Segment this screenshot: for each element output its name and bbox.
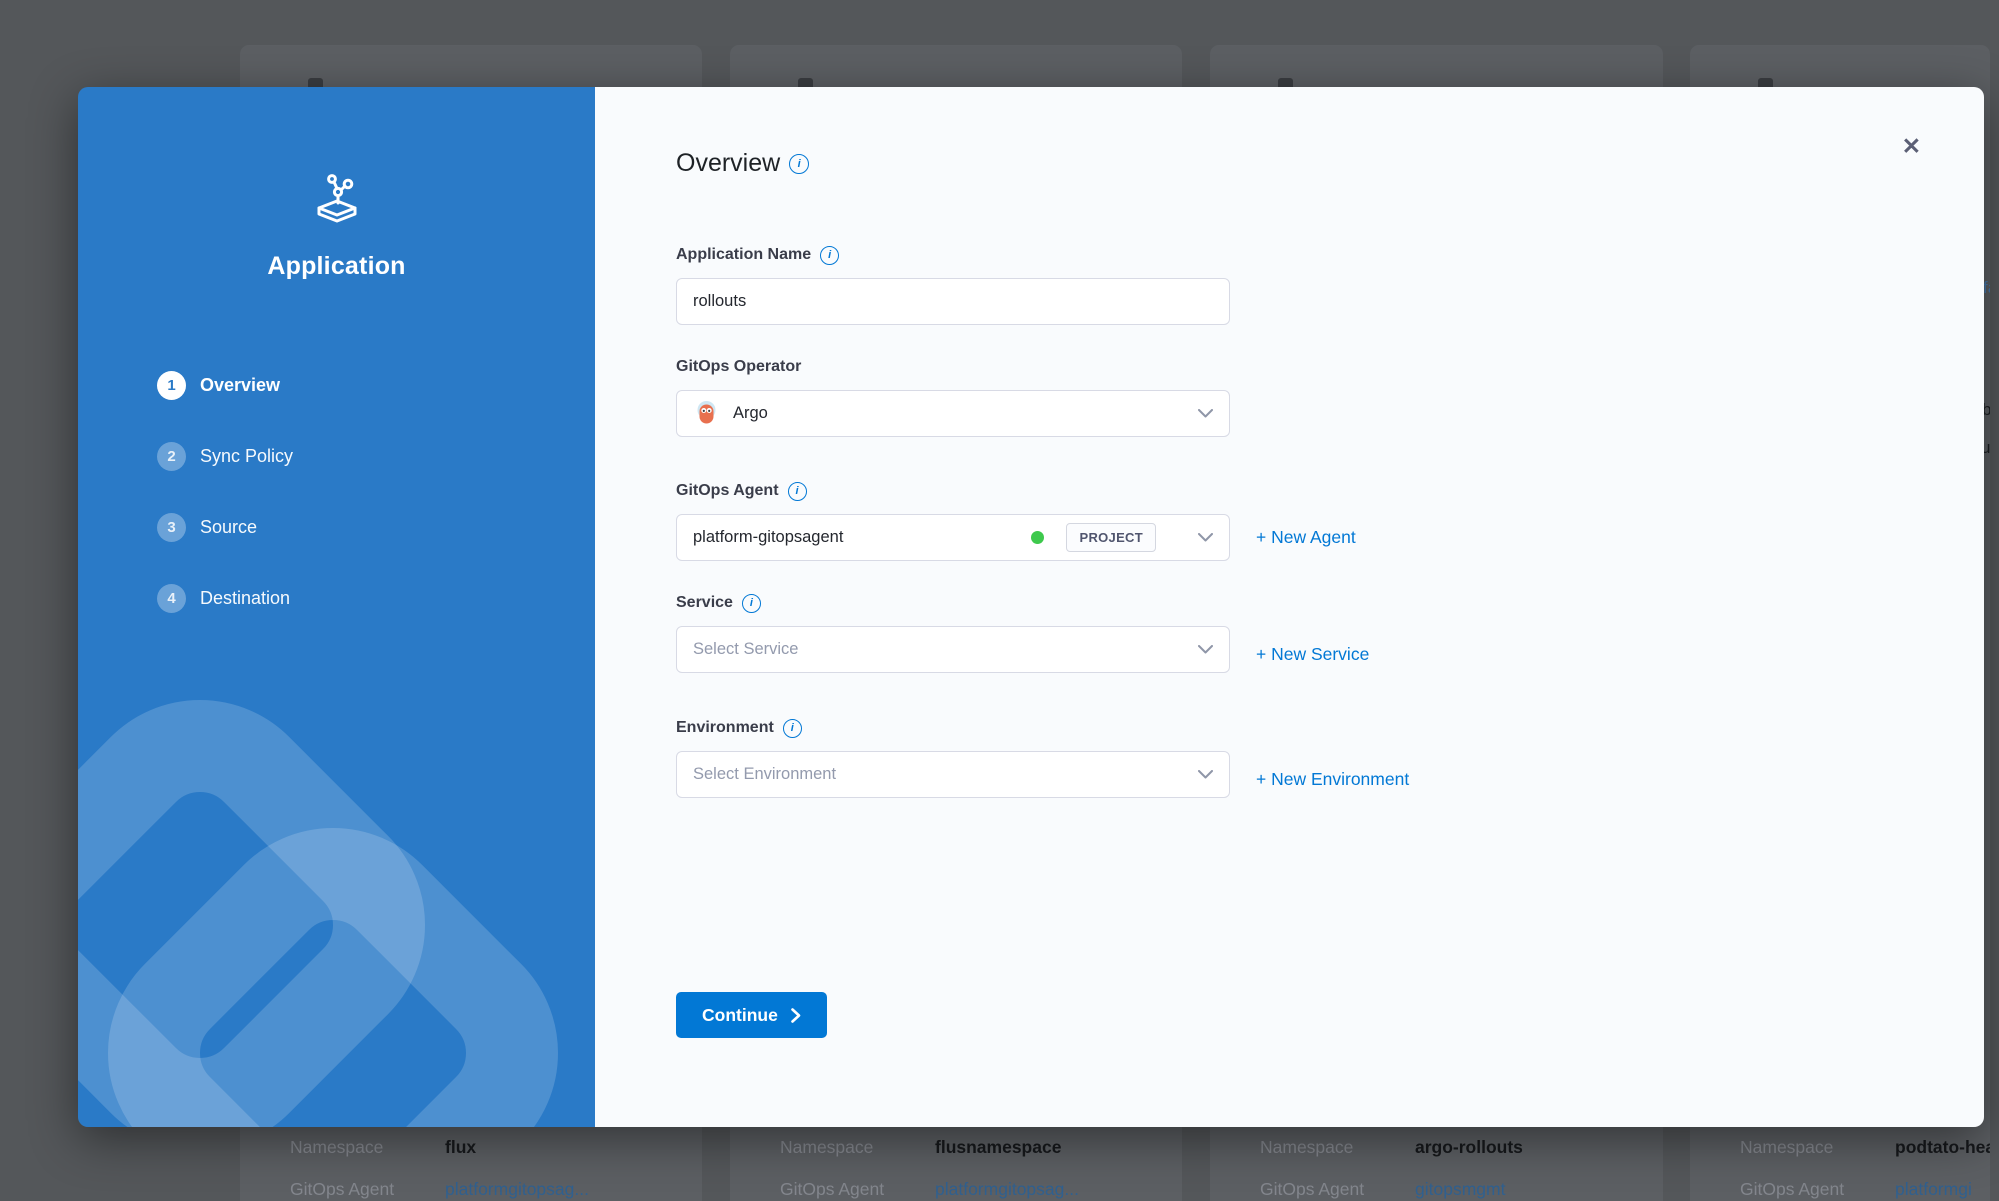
step-item-destination[interactable]: 4 Destination xyxy=(157,584,595,613)
continue-button-label: Continue xyxy=(702,1005,778,1026)
info-icon[interactable]: i xyxy=(742,594,761,613)
wizard-steps: 1 Overview 2 Sync Policy 3 Source 4 Dest… xyxy=(78,371,595,613)
chevron-down-icon xyxy=(1198,409,1213,418)
step-item-sync-policy[interactable]: 2 Sync Policy xyxy=(157,442,595,471)
namespace-value: argo-rollouts xyxy=(1415,1137,1523,1158)
step-number: 4 xyxy=(157,584,186,613)
chevron-down-icon xyxy=(1198,770,1213,779)
clipped-text-fragment: fa xyxy=(1983,278,1990,298)
close-icon[interactable]: ✕ xyxy=(1902,135,1921,158)
application-name-label: Application Name xyxy=(676,246,811,264)
page-title: Overview xyxy=(676,149,780,178)
gitops-agent-label: GitOps Agent xyxy=(1740,1179,1895,1200)
step-label: Overview xyxy=(200,375,280,396)
new-environment-link[interactable]: + New Environment xyxy=(1256,769,1409,790)
service-label: Service xyxy=(676,594,733,612)
namespace-label: Namespace xyxy=(290,1137,445,1158)
step-item-overview[interactable]: 1 Overview xyxy=(157,371,595,400)
new-service-link[interactable]: + New Service xyxy=(1256,644,1369,665)
gitops-agent-label: GitOps Agent xyxy=(676,482,779,500)
namespace-label: Namespace xyxy=(1740,1137,1895,1158)
argo-logo-icon xyxy=(693,400,720,427)
environment-placeholder: Select Environment xyxy=(693,765,836,784)
environment-label: Environment xyxy=(676,719,774,737)
agent-status-dot-icon xyxy=(1031,531,1044,544)
step-number: 1 xyxy=(157,371,186,400)
chevron-down-icon xyxy=(1198,645,1213,654)
continue-button[interactable]: Continue xyxy=(676,992,827,1038)
wizard-sidebar: Application 1 Overview 2 Sync Policy 3 S… xyxy=(78,87,595,1127)
wizard-content: ✕ Overview i Application Name i GitOps O… xyxy=(595,87,1984,1127)
gitops-operator-select[interactable]: Argo xyxy=(676,390,1230,437)
step-label: Destination xyxy=(200,588,290,609)
gitops-agent-label: GitOps Agent xyxy=(780,1179,935,1200)
gitops-operator-value: Argo xyxy=(733,404,768,423)
environment-select[interactable]: Select Environment xyxy=(676,751,1230,798)
info-icon[interactable]: i xyxy=(788,482,807,501)
application-name-input[interactable] xyxy=(676,278,1230,325)
new-agent-link[interactable]: + New Agent xyxy=(1256,527,1356,548)
application-icon xyxy=(310,172,364,226)
chevron-right-icon xyxy=(791,1008,801,1023)
scope-badge: PROJECT xyxy=(1066,523,1156,552)
step-number: 3 xyxy=(157,513,186,542)
step-number: 2 xyxy=(157,442,186,471)
service-select[interactable]: Select Service xyxy=(676,626,1230,673)
application-wizard-modal: Application 1 Overview 2 Sync Policy 3 S… xyxy=(78,87,1984,1127)
service-placeholder: Select Service xyxy=(693,640,798,659)
gitops-agent-value: platform-gitopsagent xyxy=(693,528,843,547)
info-icon[interactable]: i xyxy=(783,719,802,738)
namespace-value: flux xyxy=(445,1137,476,1158)
gitops-agent-label: GitOps Agent xyxy=(290,1179,445,1200)
gitops-agent-value: platformgitopsag... xyxy=(935,1179,1079,1200)
wizard-title: Application xyxy=(267,252,405,281)
info-icon[interactable]: i xyxy=(820,246,839,265)
namespace-value: podtato-hea xyxy=(1895,1137,1990,1158)
gitops-agent-label: GitOps Agent xyxy=(1260,1179,1415,1200)
step-label: Sync Policy xyxy=(200,446,293,467)
namespace-label: Namespace xyxy=(1260,1137,1415,1158)
step-item-source[interactable]: 3 Source xyxy=(157,513,595,542)
namespace-label: Namespace xyxy=(780,1137,935,1158)
step-label: Source xyxy=(200,517,257,538)
chevron-down-icon xyxy=(1198,533,1213,542)
gitops-agent-value: gitopsmgmt xyxy=(1415,1179,1505,1200)
gitops-operator-label: GitOps Operator xyxy=(676,358,801,376)
gitops-agent-value: platformgitopsag... xyxy=(445,1179,589,1200)
gitops-agent-value: platformgi xyxy=(1895,1179,1972,1200)
namespace-value: flusnamespace xyxy=(935,1137,1061,1158)
info-icon[interactable]: i xyxy=(789,154,809,174)
gitops-agent-select[interactable]: platform-gitopsagent PROJECT xyxy=(676,514,1230,561)
